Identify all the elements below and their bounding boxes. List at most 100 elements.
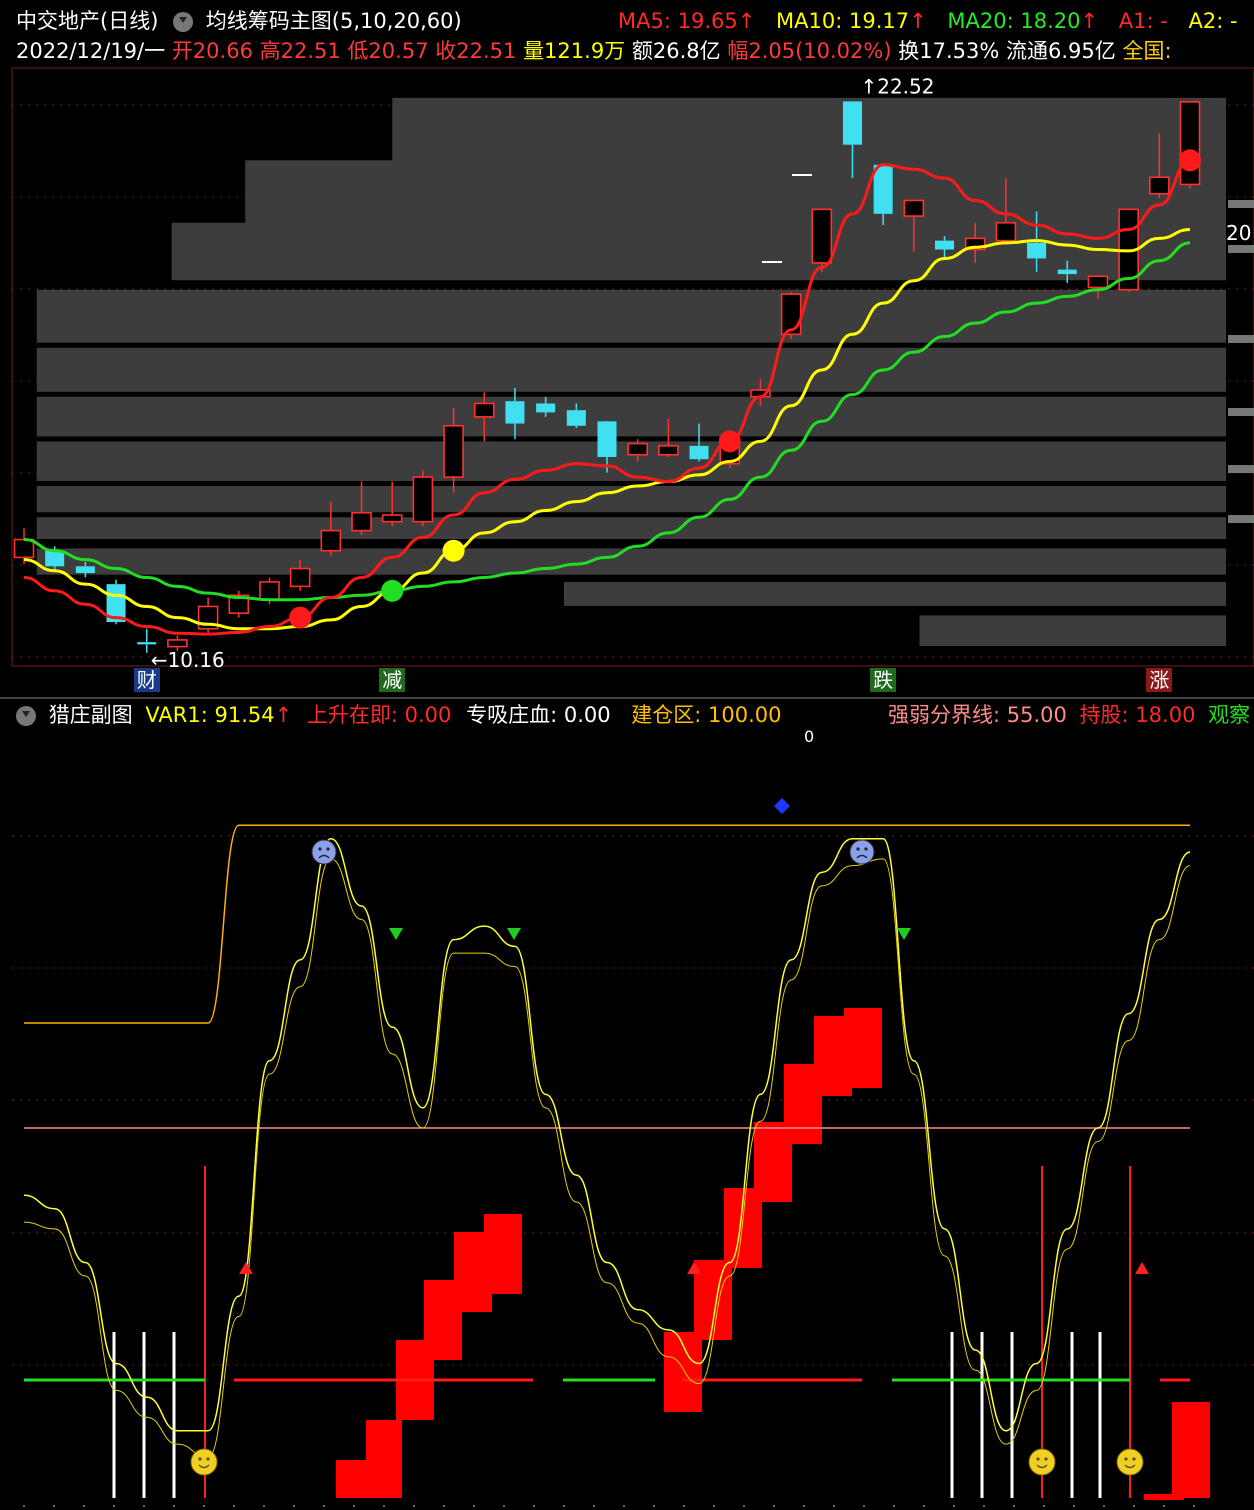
axis-dot — [233, 1505, 235, 1507]
axis-dot — [953, 1505, 955, 1507]
axis-dot — [113, 1505, 115, 1507]
axis-dot — [173, 1505, 175, 1507]
axis-dot — [143, 1505, 145, 1507]
cross-marker-dot — [1179, 149, 1201, 172]
axis-dot — [623, 1505, 625, 1507]
axis-dot — [383, 1505, 385, 1507]
axis-dot — [863, 1505, 865, 1507]
axis-dot — [743, 1505, 745, 1507]
red-step-block — [1172, 1402, 1210, 1498]
axis-dot — [503, 1505, 505, 1507]
chip-band — [36, 548, 1226, 575]
candle-body — [597, 421, 617, 457]
sad-face-eye — [318, 847, 322, 851]
chip-edge-mark — [1228, 408, 1254, 416]
low-price-label: ←10.16 — [151, 648, 225, 672]
axis-dot — [1133, 1505, 1135, 1507]
candle-body — [412, 476, 434, 523]
cross-marker-dot — [442, 539, 465, 562]
smiley-face-eye — [206, 1457, 210, 1461]
chip-edge-mark — [1228, 335, 1254, 343]
axis-dot — [353, 1505, 355, 1507]
candle-body — [658, 445, 679, 456]
event-tag[interactable]: 财 — [133, 668, 160, 692]
chip-band — [36, 289, 1226, 343]
axis-dot — [473, 1505, 475, 1507]
axis-dot — [653, 1505, 655, 1507]
green-down-triangle — [507, 928, 521, 940]
red-step-block — [1144, 1494, 1184, 1500]
red-step-block — [484, 1214, 522, 1294]
main-kline-chart[interactable]: ↑22.52 ←10.16 20 — [0, 0, 1254, 698]
candle-body — [1087, 275, 1109, 289]
candle-body — [473, 402, 495, 418]
chip-band — [919, 615, 1226, 647]
red-up-triangle — [1135, 1262, 1149, 1274]
sub-marks: 0 — [23, 727, 1195, 1507]
candle-body — [13, 538, 35, 559]
axis-dot — [773, 1505, 775, 1507]
sub-indicator-chart[interactable]: 0 — [0, 698, 1254, 1510]
axis-dot — [53, 1505, 55, 1507]
sad-face-eye — [864, 847, 868, 851]
axis-dot — [1043, 1505, 1045, 1507]
sad-face-icon — [311, 839, 337, 865]
sad-face-eye — [856, 847, 860, 851]
event-tag[interactable]: 跌 — [870, 668, 897, 692]
smiley-face-icon — [1116, 1448, 1144, 1476]
var1-line — [23, 837, 1191, 1432]
axis-dot — [1013, 1505, 1015, 1507]
chip-band — [36, 347, 1226, 392]
sub-top-label: 0 — [804, 727, 814, 746]
cross-marker-dot — [718, 430, 741, 453]
chip-edge-mark — [1228, 515, 1254, 523]
cross-marker-dot — [381, 579, 404, 602]
candle-body — [505, 401, 525, 424]
cross-marker-dot — [289, 606, 312, 629]
chip-distribution-bands — [36, 97, 1254, 647]
candle-body — [381, 514, 403, 523]
candle-body — [1027, 242, 1047, 259]
axis-dot — [983, 1505, 985, 1507]
axis-dot — [803, 1505, 805, 1507]
candle-body — [1149, 176, 1170, 195]
axis-dot — [713, 1505, 715, 1507]
sad-face-icon — [849, 839, 875, 865]
candle-body — [627, 442, 648, 456]
candle-body — [995, 221, 1017, 242]
axis-dot — [263, 1505, 265, 1507]
red-step-block — [844, 1008, 882, 1088]
smiley-face-eye — [1044, 1457, 1048, 1461]
axis-dot — [293, 1505, 295, 1507]
sad-face-eye — [326, 847, 330, 851]
axis-dot — [1103, 1505, 1105, 1507]
candle-body — [75, 566, 95, 573]
candle-body — [351, 511, 372, 532]
chip-band — [36, 486, 1226, 513]
var1-secondary-line — [23, 858, 1191, 1459]
event-tag[interactable]: 涨 — [1146, 668, 1173, 692]
chip-band — [245, 160, 1226, 227]
smiley-face-eye — [1036, 1457, 1040, 1461]
axis-dot — [413, 1505, 415, 1507]
candle-body — [1057, 269, 1077, 275]
event-tag[interactable]: 减 — [379, 668, 406, 692]
candle-body — [780, 293, 802, 336]
candle-body — [935, 240, 955, 250]
sub-bars — [112, 1008, 1210, 1500]
axis-dot — [593, 1505, 595, 1507]
axis-dot — [1163, 1505, 1165, 1507]
axis-dot — [1193, 1505, 1195, 1507]
chip-edge-mark — [1228, 465, 1254, 473]
sub-lines — [23, 824, 1191, 1459]
axis-dot — [563, 1505, 565, 1507]
candle-body — [289, 567, 311, 588]
candle-body — [320, 529, 342, 552]
chip-band — [36, 396, 1226, 437]
axis-dot — [533, 1505, 535, 1507]
axis-dot — [923, 1505, 925, 1507]
smiley-face-eye — [1132, 1457, 1136, 1461]
green-down-triangle — [389, 928, 403, 940]
axis-dot — [443, 1505, 445, 1507]
candle-body — [811, 208, 833, 264]
